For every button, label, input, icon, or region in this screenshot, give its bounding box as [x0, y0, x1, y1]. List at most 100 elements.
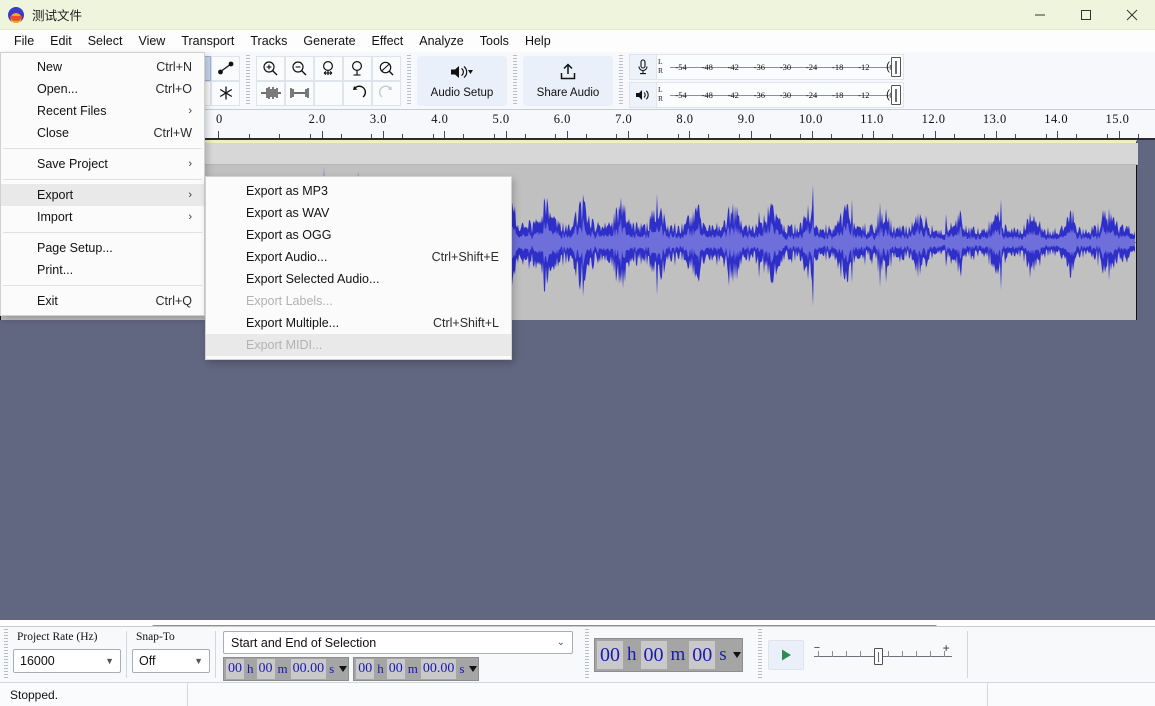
- file-menu-item-page-setup[interactable]: Page Setup...: [1, 237, 204, 259]
- recording-meter-bar[interactable]: -54 -48 -42 -36 -30 -24 -18 -12 -6 (: [668, 53, 904, 80]
- ruler-minor-tick: [647, 134, 649, 138]
- menu-help[interactable]: Help: [517, 31, 559, 51]
- channel-right-label: R: [658, 65, 664, 75]
- ruler-major-tick: [1057, 131, 1059, 138]
- playback-meter-handle[interactable]: [891, 84, 901, 105]
- meter-tick: -42: [727, 61, 739, 72]
- export-menu-item-export-as-wav[interactable]: Export as WAV: [206, 202, 511, 224]
- meter-tick: -54: [675, 61, 687, 72]
- playback-meter-bar[interactable]: -54 -48 -42 -36 -30 -24 -18 -12 -6 (: [668, 81, 904, 108]
- recording-meter[interactable]: L R -54 -48 -42 -36 -30 -24 -18 -12 -6 (: [629, 53, 904, 80]
- multi-tool[interactable]: [211, 80, 240, 106]
- minutes-unit: m: [277, 661, 288, 676]
- time-format-dropdown-icon[interactable]: [339, 666, 348, 672]
- undo-button[interactable]: [343, 80, 372, 106]
- menu-effect[interactable]: Effect: [364, 31, 412, 51]
- envelope-tool[interactable]: [211, 55, 240, 81]
- play-speed-toolbar-grip[interactable]: [756, 629, 764, 680]
- menu-file[interactable]: File: [6, 31, 42, 51]
- menu-edit[interactable]: Edit: [42, 31, 80, 51]
- file-menu-item-import[interactable]: Import ›: [1, 206, 204, 228]
- zoom-toggle-button[interactable]: [372, 55, 401, 81]
- fit-selection-button[interactable]: [314, 55, 343, 81]
- menu-separator: [3, 148, 202, 149]
- zoom-in-button[interactable]: [256, 55, 285, 81]
- export-menu-item-export-selected-audio[interactable]: Export Selected Audio...: [206, 268, 511, 290]
- ruler-minor-tick: [800, 134, 802, 138]
- ruler-label: 15.0: [1105, 112, 1130, 126]
- ruler-minor-tick: [708, 134, 710, 138]
- time-format-dropdown-icon[interactable]: [469, 666, 478, 672]
- zoom-out-button[interactable]: [285, 55, 314, 81]
- playback-meter[interactable]: L R -54 -48 -42 -36 -30 -24 -18 -12 -6 (: [629, 81, 904, 108]
- menu-separator: [3, 179, 202, 180]
- toolbar-grip-share[interactable]: [511, 55, 519, 106]
- file-menu-item-export[interactable]: Export ›: [1, 184, 204, 206]
- toolbar-grip-audiosetup[interactable]: [405, 55, 413, 106]
- toolbar-grip-meters[interactable]: [617, 55, 625, 106]
- menu-analyze[interactable]: Analyze: [411, 31, 471, 51]
- title-bar: 测试文件: [0, 0, 1155, 30]
- close-button[interactable]: [1109, 0, 1155, 30]
- file-menu-item-open[interactable]: Open... Ctrl+O: [1, 78, 204, 100]
- audio-setup-button[interactable]: Audio Setup: [417, 55, 507, 106]
- chevron-down-icon: ▼: [194, 656, 203, 666]
- audio-position-time[interactable]: 00 h 00 m 00 s: [594, 637, 743, 672]
- menu-tools[interactable]: Tools: [472, 31, 517, 51]
- menu-generate[interactable]: Generate: [295, 31, 363, 51]
- ruler-minor-tick: [1045, 134, 1047, 138]
- export-menu-item-export-as-mp3[interactable]: Export as MP3: [206, 180, 511, 202]
- ruler-minor-tick: [371, 134, 373, 138]
- speaker-icon: [449, 63, 475, 86]
- share-audio-button[interactable]: Share Audio: [523, 55, 613, 106]
- fit-project-button[interactable]: [343, 55, 372, 81]
- menu-view[interactable]: View: [130, 31, 173, 51]
- maximize-button[interactable]: [1063, 0, 1109, 30]
- file-menu-item-save-project[interactable]: Save Project ›: [1, 153, 204, 175]
- export-menu-item-export-midi: Export MIDI...: [206, 334, 511, 356]
- selection-mode-select[interactable]: Start and End of Selection ⌄: [223, 631, 573, 654]
- export-submenu-dropdown[interactable]: Export as MP3 Export as WAV Export as OGG E…: [205, 176, 512, 360]
- selection-toolbar-grip[interactable]: [2, 629, 9, 680]
- snap-to-select[interactable]: Off ▼: [132, 649, 210, 673]
- file-menu-item-recent-files[interactable]: Recent Files ›: [1, 100, 204, 122]
- play-at-speed-button[interactable]: [767, 639, 804, 670]
- minimize-button[interactable]: [1017, 0, 1063, 30]
- recording-meter-handle[interactable]: [891, 56, 901, 77]
- meter-tick: -18: [832, 89, 844, 100]
- silence-audio-button[interactable]: [285, 80, 314, 106]
- ruler-label: 5.0: [492, 112, 510, 126]
- toolbar-grip-edit[interactable]: [244, 55, 252, 106]
- ruler-minor-tick: [218, 134, 219, 138]
- project-rate-select[interactable]: 16000 ▼: [13, 649, 121, 673]
- speaker-icon: [629, 81, 657, 108]
- ruler-label: 0: [216, 112, 223, 126]
- ruler-major-tick: [444, 131, 446, 138]
- export-menu-item-export-as-ogg[interactable]: Export as OGG: [206, 224, 511, 246]
- export-menu-item-export-audio[interactable]: Export Audio... Ctrl+Shift+E: [206, 246, 511, 268]
- menu-transport[interactable]: Transport: [173, 31, 242, 51]
- file-menu-item-close[interactable]: Close Ctrl+W: [1, 122, 204, 144]
- export-menu-item-export-multiple[interactable]: Export Multiple... Ctrl+Shift+L: [206, 312, 511, 334]
- file-menu-item-exit[interactable]: Exit Ctrl+Q: [1, 290, 204, 312]
- play-speed-slider[interactable]: − +: [812, 640, 954, 670]
- menu-item-label: Export Multiple...: [246, 316, 340, 330]
- trim-audio-button[interactable]: [256, 80, 285, 106]
- menu-select[interactable]: Select: [80, 31, 131, 51]
- file-menu-item-new[interactable]: New Ctrl+N: [1, 56, 204, 78]
- file-menu-item-print[interactable]: Print...: [1, 259, 204, 281]
- menu-tracks[interactable]: Tracks: [242, 31, 295, 51]
- redo-button[interactable]: [372, 80, 401, 106]
- upload-icon: [557, 62, 579, 86]
- selection-end-time[interactable]: 00 h 00 m 00.00 s: [353, 657, 480, 681]
- file-menu-dropdown[interactable]: New Ctrl+N Open... Ctrl+O Recent Files › Close…: [0, 52, 205, 316]
- ruler-minor-tick: [922, 134, 924, 138]
- time-format-dropdown-icon[interactable]: [732, 651, 741, 658]
- snap-to-label: Snap-To: [136, 631, 175, 643]
- ruler-minor-tick: [585, 134, 587, 138]
- slider-thumb[interactable]: [873, 647, 883, 665]
- time-toolbar-grip[interactable]: [583, 629, 590, 680]
- menu-bar: File Edit Select View Transport Tracks G…: [0, 30, 1155, 52]
- ruler-major-tick: [689, 131, 691, 138]
- selection-start-time[interactable]: 00 h 00 m 00.00 s: [223, 657, 350, 681]
